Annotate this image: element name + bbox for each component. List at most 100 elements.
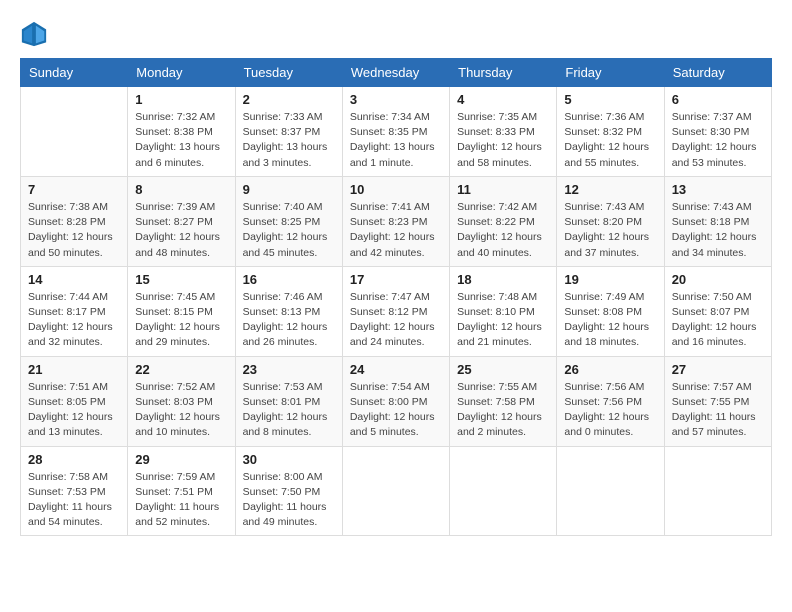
page-header bbox=[20, 20, 772, 48]
day-info: Sunrise: 7:39 AMSunset: 8:27 PMDaylight:… bbox=[135, 200, 227, 261]
day-info: Sunrise: 8:00 AMSunset: 7:50 PMDaylight:… bbox=[243, 470, 335, 531]
day-number: 28 bbox=[28, 452, 120, 467]
logo-icon bbox=[20, 20, 48, 48]
day-info: Sunrise: 7:43 AMSunset: 8:18 PMDaylight:… bbox=[672, 200, 764, 261]
calendar-cell: 17 Sunrise: 7:47 AMSunset: 8:12 PMDayligh… bbox=[342, 266, 449, 356]
calendar-cell: 27Sunrise: 7:57 AMSunset: 7:55 PMDayligh… bbox=[664, 356, 771, 446]
calendar-header: SundayMondayTuesdayWednesdayThursdayFrid… bbox=[21, 59, 772, 87]
calendar-cell: 9 Sunrise: 7:40 AMSunset: 8:25 PMDaylight… bbox=[235, 176, 342, 266]
calendar-cell: 11 Sunrise: 7:42 AMSunset: 8:22 PMDayligh… bbox=[450, 176, 557, 266]
calendar-cell bbox=[21, 87, 128, 177]
calendar-cell: 28 Sunrise: 7:58 AMSunset: 7:53 PMDayligh… bbox=[21, 446, 128, 536]
calendar-cell: 7 Sunrise: 7:38 AMSunset: 8:28 PMDaylight… bbox=[21, 176, 128, 266]
calendar-cell: 4 Sunrise: 7:35 AMSunset: 8:33 PMDaylight… bbox=[450, 87, 557, 177]
day-number: 5 bbox=[564, 92, 656, 107]
day-number: 2 bbox=[243, 92, 335, 107]
calendar-cell: 14Sunrise: 7:44 AMSunset: 8:17 PMDayligh… bbox=[21, 266, 128, 356]
calendar-cell bbox=[450, 446, 557, 536]
day-info: Sunrise: 7:46 AMSunset: 8:13 PMDaylight:… bbox=[243, 290, 335, 351]
week-row-2: 7 Sunrise: 7:38 AMSunset: 8:28 PMDaylight… bbox=[21, 176, 772, 266]
day-number: 20 bbox=[672, 272, 764, 287]
header-day-tuesday: Tuesday bbox=[235, 59, 342, 87]
calendar-cell: 16 Sunrise: 7:46 AMSunset: 8:13 PMDayligh… bbox=[235, 266, 342, 356]
day-info: Sunrise: 7:32 AMSunset: 8:38 PMDaylight:… bbox=[135, 110, 227, 171]
day-info: Sunrise: 7:33 AMSunset: 8:37 PMDaylight:… bbox=[243, 110, 335, 171]
header-day-saturday: Saturday bbox=[664, 59, 771, 87]
header-day-monday: Monday bbox=[128, 59, 235, 87]
day-number: 15 bbox=[135, 272, 227, 287]
week-row-1: 1Sunrise: 7:32 AMSunset: 8:38 PMDaylight… bbox=[21, 87, 772, 177]
day-info: Sunrise: 7:55 AMSunset: 7:58 PMDaylight:… bbox=[457, 380, 549, 441]
calendar-cell: 8 Sunrise: 7:39 AMSunset: 8:27 PMDaylight… bbox=[128, 176, 235, 266]
day-number: 30 bbox=[243, 452, 335, 467]
day-number: 24 bbox=[350, 362, 442, 377]
header-day-sunday: Sunday bbox=[21, 59, 128, 87]
day-info: Sunrise: 7:48 AMSunset: 8:10 PMDaylight:… bbox=[457, 290, 549, 351]
calendar-cell: 2 Sunrise: 7:33 AMSunset: 8:37 PMDaylight… bbox=[235, 87, 342, 177]
calendar-cell: 20 Sunrise: 7:50 AMSunset: 8:07 PMDayligh… bbox=[664, 266, 771, 356]
day-number: 18 bbox=[457, 272, 549, 287]
day-info: Sunrise: 7:38 AMSunset: 8:28 PMDaylight:… bbox=[28, 200, 120, 261]
day-number: 26 bbox=[564, 362, 656, 377]
calendar-cell: 22 Sunrise: 7:52 AMSunset: 8:03 PMDayligh… bbox=[128, 356, 235, 446]
calendar-cell: 12 Sunrise: 7:43 AMSunset: 8:20 PMDayligh… bbox=[557, 176, 664, 266]
day-number: 3 bbox=[350, 92, 442, 107]
day-number: 17 bbox=[350, 272, 442, 287]
day-info: Sunrise: 7:58 AMSunset: 7:53 PMDaylight:… bbox=[28, 470, 120, 531]
day-number: 6 bbox=[672, 92, 764, 107]
calendar-body: 1Sunrise: 7:32 AMSunset: 8:38 PMDaylight… bbox=[21, 87, 772, 536]
day-info: Sunrise: 7:40 AMSunset: 8:25 PMDaylight:… bbox=[243, 200, 335, 261]
calendar-cell bbox=[664, 446, 771, 536]
calendar-cell: 15 Sunrise: 7:45 AMSunset: 8:15 PMDayligh… bbox=[128, 266, 235, 356]
day-number: 8 bbox=[135, 182, 227, 197]
day-number: 7 bbox=[28, 182, 120, 197]
header-day-wednesday: Wednesday bbox=[342, 59, 449, 87]
day-info: Sunrise: 7:43 AMSunset: 8:20 PMDaylight:… bbox=[564, 200, 656, 261]
day-number: 4 bbox=[457, 92, 549, 107]
day-info: Sunrise: 7:52 AMSunset: 8:03 PMDaylight:… bbox=[135, 380, 227, 441]
day-info: Sunrise: 7:37 AMSunset: 8:30 PMDaylight:… bbox=[672, 110, 764, 171]
calendar-cell: 24Sunrise: 7:54 AMSunset: 8:00 PMDayligh… bbox=[342, 356, 449, 446]
calendar-cell: 25 Sunrise: 7:55 AMSunset: 7:58 PMDayligh… bbox=[450, 356, 557, 446]
calendar-cell: 18 Sunrise: 7:48 AMSunset: 8:10 PMDayligh… bbox=[450, 266, 557, 356]
day-info: Sunrise: 7:34 AMSunset: 8:35 PMDaylight:… bbox=[350, 110, 442, 171]
day-info: Sunrise: 7:47 AMSunset: 8:12 PMDaylight:… bbox=[350, 290, 442, 351]
calendar-cell: 5Sunrise: 7:36 AMSunset: 8:32 PMDaylight… bbox=[557, 87, 664, 177]
day-info: Sunrise: 7:59 AMSunset: 7:51 PMDaylight:… bbox=[135, 470, 227, 531]
day-number: 12 bbox=[564, 182, 656, 197]
calendar-cell: 3 Sunrise: 7:34 AMSunset: 8:35 PMDaylight… bbox=[342, 87, 449, 177]
day-number: 9 bbox=[243, 182, 335, 197]
day-number: 21 bbox=[28, 362, 120, 377]
day-info: Sunrise: 7:57 AMSunset: 7:55 PMDaylight:… bbox=[672, 380, 764, 441]
day-number: 23 bbox=[243, 362, 335, 377]
day-info: Sunrise: 7:56 AMSunset: 7:56 PMDaylight:… bbox=[564, 380, 656, 441]
calendar-cell bbox=[557, 446, 664, 536]
calendar-cell: 29Sunrise: 7:59 AMSunset: 7:51 PMDayligh… bbox=[128, 446, 235, 536]
calendar-cell: 19Sunrise: 7:49 AMSunset: 8:08 PMDayligh… bbox=[557, 266, 664, 356]
day-number: 22 bbox=[135, 362, 227, 377]
calendar-cell: 23 Sunrise: 7:53 AMSunset: 8:01 PMDayligh… bbox=[235, 356, 342, 446]
week-row-5: 28 Sunrise: 7:58 AMSunset: 7:53 PMDayligh… bbox=[21, 446, 772, 536]
day-number: 16 bbox=[243, 272, 335, 287]
day-info: Sunrise: 7:53 AMSunset: 8:01 PMDaylight:… bbox=[243, 380, 335, 441]
day-info: Sunrise: 7:51 AMSunset: 8:05 PMDaylight:… bbox=[28, 380, 120, 441]
day-info: Sunrise: 7:41 AMSunset: 8:23 PMDaylight:… bbox=[350, 200, 442, 261]
day-number: 14 bbox=[28, 272, 120, 287]
calendar-cell: 30 Sunrise: 8:00 AMSunset: 7:50 PMDayligh… bbox=[235, 446, 342, 536]
day-info: Sunrise: 7:35 AMSunset: 8:33 PMDaylight:… bbox=[457, 110, 549, 171]
calendar-table: SundayMondayTuesdayWednesdayThursdayFrid… bbox=[20, 58, 772, 536]
header-day-thursday: Thursday bbox=[450, 59, 557, 87]
day-info: Sunrise: 7:45 AMSunset: 8:15 PMDaylight:… bbox=[135, 290, 227, 351]
calendar-cell bbox=[342, 446, 449, 536]
week-row-3: 14Sunrise: 7:44 AMSunset: 8:17 PMDayligh… bbox=[21, 266, 772, 356]
day-number: 10 bbox=[350, 182, 442, 197]
calendar-cell: 21 Sunrise: 7:51 AMSunset: 8:05 PMDayligh… bbox=[21, 356, 128, 446]
day-number: 11 bbox=[457, 182, 549, 197]
day-info: Sunrise: 7:42 AMSunset: 8:22 PMDaylight:… bbox=[457, 200, 549, 261]
day-number: 25 bbox=[457, 362, 549, 377]
day-info: Sunrise: 7:50 AMSunset: 8:07 PMDaylight:… bbox=[672, 290, 764, 351]
day-number: 19 bbox=[564, 272, 656, 287]
calendar-cell: 13Sunrise: 7:43 AMSunset: 8:18 PMDayligh… bbox=[664, 176, 771, 266]
calendar-cell: 26 Sunrise: 7:56 AMSunset: 7:56 PMDayligh… bbox=[557, 356, 664, 446]
calendar-cell: 6 Sunrise: 7:37 AMSunset: 8:30 PMDaylight… bbox=[664, 87, 771, 177]
